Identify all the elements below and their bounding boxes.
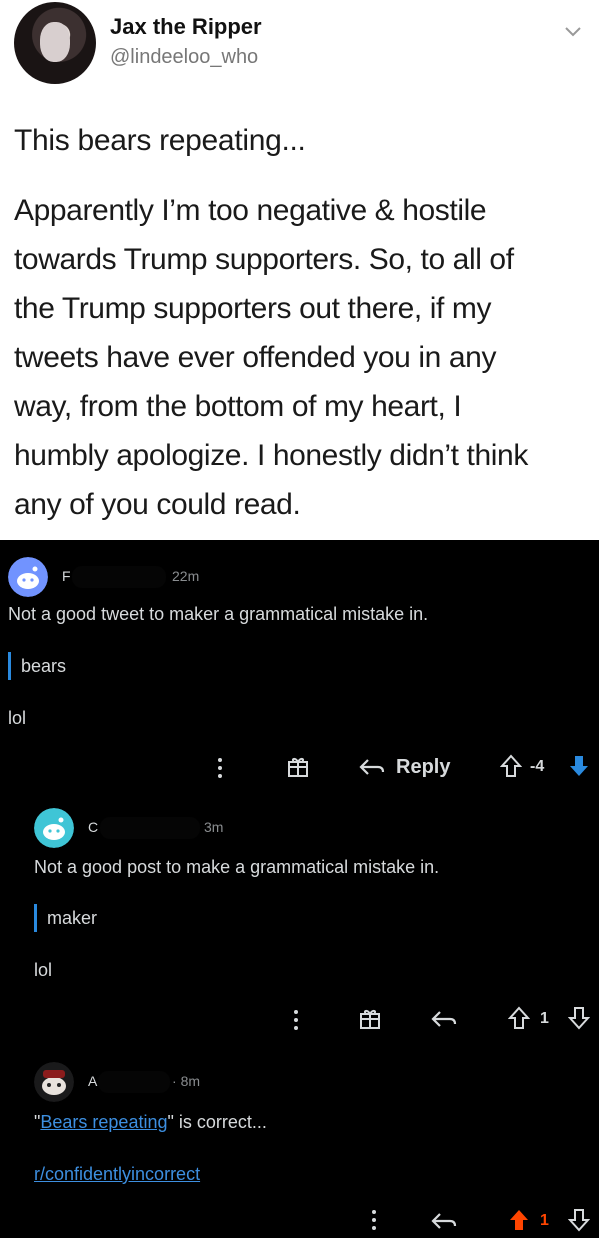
subreddit-link[interactable]: r/confidentlyincorrect: [34, 1164, 200, 1184]
display-name[interactable]: Jax the Ripper: [110, 14, 262, 40]
tweet-text-body: Apparently I’m too negative & hostile to…: [14, 186, 589, 529]
downvote-icon[interactable]: [568, 1208, 590, 1232]
score: 1: [540, 1212, 549, 1229]
tweet-line: Apparently I’m too negative & hostile: [14, 194, 487, 227]
username[interactable]: A: [88, 1073, 97, 1089]
comment-quote: maker: [34, 904, 97, 932]
score: 1: [540, 1010, 549, 1027]
tweet-text-intro: This bears repeating...: [14, 124, 306, 157]
tweet-line: towards Trump supporters. So, to all of: [14, 243, 514, 276]
tweet-line: the Trump supporters out there, if my: [14, 292, 492, 325]
tweet-line: way, from the bottom of my heart, I: [14, 390, 462, 423]
avatar[interactable]: [8, 557, 48, 597]
downvote-icon[interactable]: [568, 1006, 590, 1030]
redaction: [72, 566, 166, 588]
subreddit-link-row: r/confidentlyincorrect: [34, 1164, 200, 1185]
upvote-icon[interactable]: [500, 754, 522, 778]
username[interactable]: F: [62, 568, 71, 584]
user-handle[interactable]: @lindeeloo_who: [110, 46, 258, 69]
redaction: [98, 1071, 170, 1093]
upvote-icon[interactable]: [508, 1208, 530, 1232]
more-options-icon[interactable]: [366, 1208, 382, 1232]
reply-icon[interactable]: [430, 1008, 458, 1030]
comment-time: 3m: [204, 819, 224, 835]
reply-icon[interactable]: [358, 756, 386, 778]
redaction: [100, 817, 200, 839]
award-icon[interactable]: [358, 1007, 382, 1031]
comment-text: "Bears repeating" is correct...: [34, 1112, 267, 1133]
comment-text-rest: is correct...: [173, 1112, 267, 1132]
downvote-icon[interactable]: [568, 754, 590, 778]
score: -4: [530, 758, 545, 775]
more-options-icon[interactable]: [212, 756, 228, 780]
comment-text: Not a good post to make a grammatical mi…: [34, 857, 440, 877]
avatar[interactable]: [34, 1062, 74, 1102]
tweet-line: tweets have ever offended you in any: [14, 341, 497, 374]
award-icon[interactable]: [286, 755, 310, 779]
upvote-icon[interactable]: [508, 1006, 530, 1030]
comment-text: Not a good tweet to maker a grammatical …: [8, 604, 429, 624]
reply-button[interactable]: Reply: [396, 756, 450, 779]
username[interactable]: C: [88, 819, 98, 835]
comment-time-value: 8m: [180, 1073, 201, 1089]
comment-time: 22m: [172, 568, 200, 584]
avatar[interactable]: [34, 808, 74, 848]
comment-quote: bears: [8, 652, 66, 680]
tweet-line: humbly apologize. I honestly didn’t thin…: [14, 439, 528, 472]
reply-icon[interactable]: [430, 1210, 458, 1232]
comment-text: lol: [34, 960, 53, 980]
tweet-card: Jax the Ripper @lindeeloo_who This bears…: [0, 0, 599, 540]
comment-link[interactable]: Bears repeating: [40, 1112, 167, 1132]
tweet-line: any of you could read.: [14, 488, 301, 521]
comment-time: · 8m: [172, 1073, 201, 1089]
avatar[interactable]: [14, 2, 96, 84]
comment-text: lol: [8, 708, 27, 728]
chevron-down-icon[interactable]: [562, 20, 584, 42]
more-options-icon[interactable]: [288, 1008, 304, 1032]
